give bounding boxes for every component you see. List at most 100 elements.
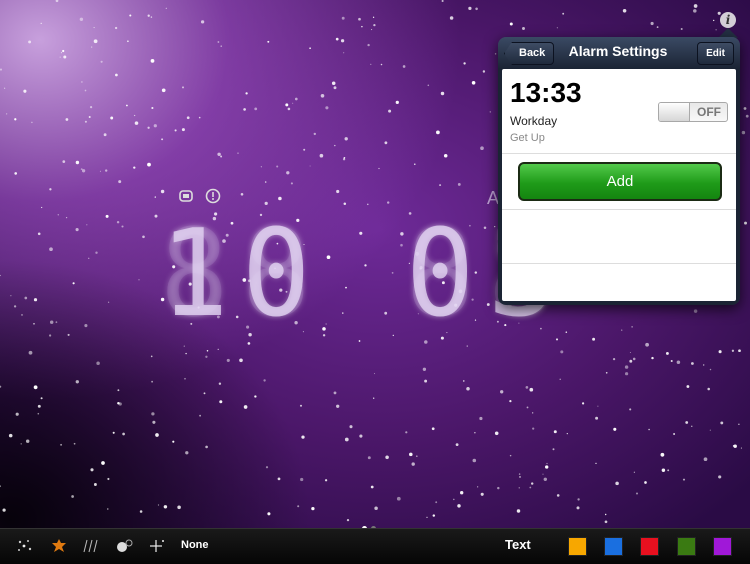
star (153, 124, 157, 128)
star (509, 454, 512, 457)
star (205, 445, 208, 449)
color-swatch-red[interactable] (640, 537, 659, 556)
star (656, 26, 659, 28)
rain-icon[interactable] (82, 538, 100, 554)
star (629, 359, 633, 363)
star (86, 224, 88, 226)
star (263, 379, 266, 382)
star (509, 399, 512, 403)
star (95, 251, 98, 254)
star (181, 86, 185, 89)
star (373, 397, 375, 399)
star (426, 516, 428, 518)
alarm-time: 13:33 (510, 77, 582, 108)
star (693, 309, 698, 313)
color-swatch-orange[interactable] (568, 537, 587, 556)
star (277, 477, 281, 481)
star (37, 412, 40, 415)
star (460, 491, 464, 495)
star (740, 447, 742, 449)
star (449, 16, 454, 20)
star (185, 352, 187, 355)
star (218, 382, 222, 385)
add-alarm-button[interactable]: Add (518, 162, 722, 201)
star (665, 351, 669, 355)
color-swatch-purple[interactable] (713, 537, 732, 556)
star (28, 350, 33, 355)
star (440, 91, 445, 96)
star (509, 22, 513, 26)
star (604, 520, 608, 524)
star (402, 65, 406, 68)
color-swatch-blue[interactable] (604, 537, 623, 556)
star (84, 89, 87, 92)
star (116, 220, 120, 224)
star (0, 485, 1, 488)
alarm-toggle[interactable]: OFF (658, 102, 728, 122)
plus-star-icon[interactable] (148, 538, 166, 554)
star (439, 184, 442, 187)
star (89, 105, 93, 109)
star (186, 116, 190, 120)
star (542, 473, 544, 475)
star (299, 404, 303, 407)
star (411, 462, 415, 466)
leaf-icon[interactable] (50, 538, 68, 554)
star (199, 414, 201, 417)
star (545, 465, 549, 469)
star (346, 518, 350, 522)
star (154, 196, 156, 198)
star (303, 148, 306, 151)
star (384, 141, 388, 145)
star (518, 487, 520, 489)
star (385, 455, 389, 460)
star (581, 402, 585, 405)
bubble-icon[interactable] (114, 538, 134, 554)
star (245, 92, 248, 95)
color-swatch-green[interactable] (677, 537, 696, 556)
star (629, 351, 631, 354)
star (243, 108, 246, 111)
star (220, 155, 223, 158)
star (84, 324, 88, 328)
effect-none-label[interactable]: None (181, 539, 209, 551)
star (75, 380, 79, 384)
star (313, 132, 316, 136)
star (117, 389, 120, 392)
alarm-row[interactable]: 13:33 Workday Get Up OFF (502, 69, 736, 154)
star (319, 153, 324, 158)
star (482, 70, 486, 73)
text-color-label[interactable]: Text (505, 537, 531, 552)
star (243, 405, 248, 409)
star (267, 40, 270, 43)
toggle-knob[interactable] (659, 103, 690, 121)
star (424, 379, 428, 383)
star (301, 435, 305, 439)
star (621, 329, 623, 331)
star (81, 169, 86, 173)
star (127, 40, 129, 43)
star (264, 181, 267, 183)
star (320, 94, 325, 98)
star (373, 23, 376, 27)
info-icon[interactable]: i (720, 12, 736, 28)
star (285, 103, 289, 107)
star (292, 102, 294, 104)
star (240, 192, 244, 196)
star (477, 486, 479, 488)
star (435, 501, 438, 504)
star (184, 377, 186, 380)
star (707, 387, 710, 391)
star (624, 365, 629, 369)
edit-button[interactable]: Edit (697, 42, 734, 65)
star (378, 167, 380, 170)
star (703, 457, 708, 462)
star (718, 475, 722, 479)
sparkle-icon[interactable] (16, 538, 34, 554)
star (217, 348, 219, 351)
star (333, 391, 337, 395)
star (475, 7, 478, 11)
star (370, 63, 372, 65)
star (55, 321, 58, 324)
back-button[interactable]: Back (504, 42, 555, 65)
